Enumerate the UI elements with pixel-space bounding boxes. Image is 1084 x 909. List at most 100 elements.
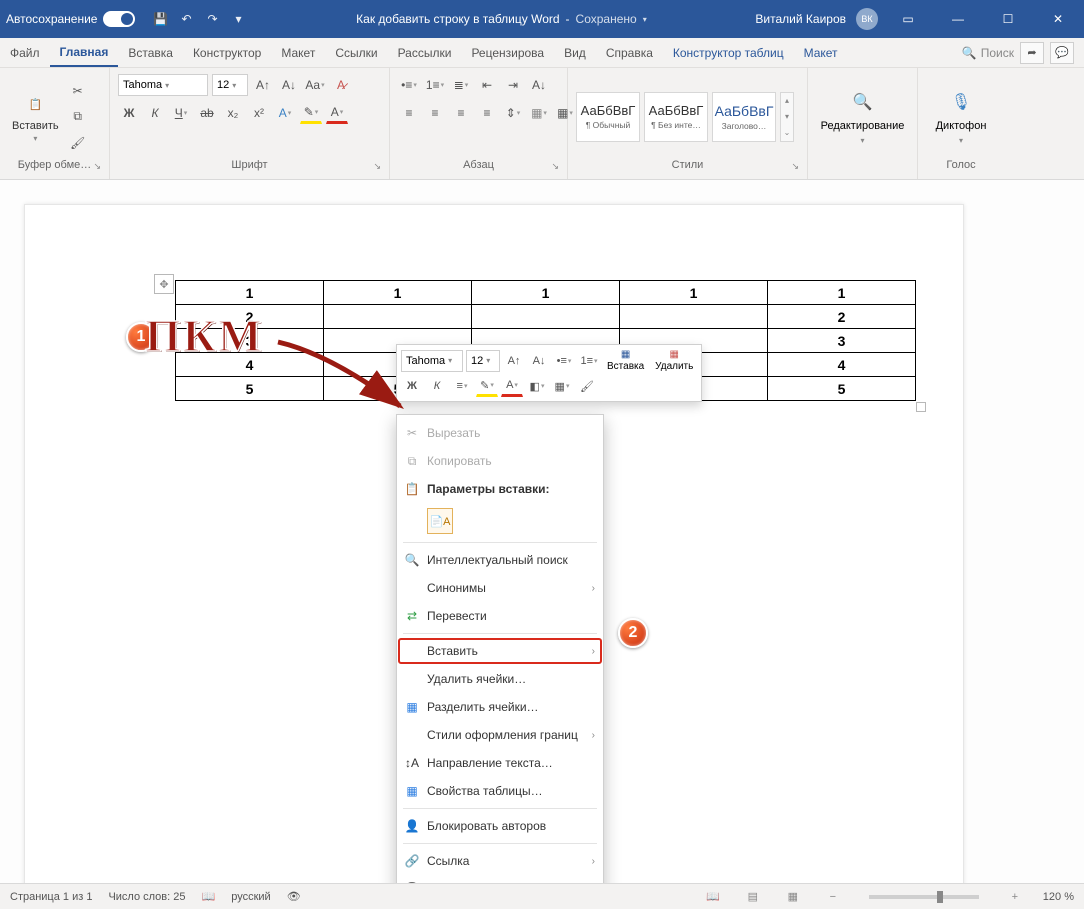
tab-mailings[interactable]: Рассылки (388, 40, 462, 66)
align-left-icon[interactable]: ≡ (398, 102, 420, 124)
align-center-icon[interactable]: ≡ (424, 102, 446, 124)
table-move-handle-icon[interactable]: ✥ (154, 274, 174, 294)
user-name[interactable]: Виталий Каиров (755, 12, 846, 26)
italic-icon[interactable]: К (144, 102, 166, 124)
bold-icon[interactable]: Ж (401, 375, 423, 397)
tab-layout[interactable]: Макет (271, 40, 325, 66)
style-no-spacing[interactable]: АаБбВвГ¶ Без инте… (644, 92, 708, 142)
maximize-icon[interactable]: ☐ (988, 4, 1028, 34)
ctx-cut[interactable]: ✂Вырезать (397, 419, 603, 447)
align-right-icon[interactable]: ≡ (450, 102, 472, 124)
decrease-indent-icon[interactable]: ⇤ (476, 74, 498, 96)
tell-me-search[interactable]: 🔍 Поиск (962, 46, 1014, 60)
dialog-launcher-icon[interactable]: ↘ (93, 161, 101, 172)
editing-label[interactable]: Редактирование (821, 120, 905, 132)
grow-font-icon[interactable]: A↑ (503, 350, 525, 372)
sort-icon[interactable]: A↓ (528, 74, 550, 96)
change-case-icon[interactable]: Aa▾ (304, 74, 326, 96)
ctx-translate[interactable]: ⇄Перевести (397, 602, 603, 630)
cut-icon[interactable]: ✂ (67, 80, 89, 102)
close-icon[interactable]: ✕ (1038, 4, 1078, 34)
shrink-font-icon[interactable]: A↓ (528, 350, 550, 372)
ctx-table-properties[interactable]: ▦Свойства таблицы… (397, 777, 603, 805)
shading-icon[interactable]: ◧▾ (526, 375, 548, 397)
chevron-down-icon[interactable]: ▾ (860, 136, 864, 145)
highlight-icon[interactable]: ✎▾ (476, 375, 498, 397)
chevron-down-icon[interactable]: ▾ (959, 136, 963, 145)
ctx-synonyms[interactable]: Синонимы› (397, 574, 603, 602)
ctx-block-authors[interactable]: 👤Блокировать авторов (397, 812, 603, 840)
bullets-icon[interactable]: •≡▾ (553, 350, 575, 372)
ctx-smart-lookup[interactable]: 🔍Интеллектуальный поиск (397, 546, 603, 574)
tab-review[interactable]: Рецензирова (461, 40, 554, 66)
highlight-icon[interactable]: ✎▾ (300, 102, 322, 124)
tab-help[interactable]: Справка (596, 40, 663, 66)
tab-view[interactable]: Вид (554, 40, 596, 66)
chevron-down-icon[interactable]: ▾ (643, 15, 647, 24)
superscript-icon[interactable]: x² (248, 102, 270, 124)
ctx-insert[interactable]: Вставить› (397, 637, 603, 665)
text-effects-icon[interactable]: A▾ (274, 102, 296, 124)
clear-formatting-icon[interactable]: A̷ (330, 74, 352, 96)
font-size-select[interactable]: 12▾ (212, 74, 248, 96)
justify-icon[interactable]: ≡ (476, 102, 498, 124)
strikethrough-icon[interactable]: ab (196, 102, 218, 124)
grow-font-icon[interactable]: A↑ (252, 74, 274, 96)
zoom-in-icon[interactable]: + (1004, 888, 1026, 906)
tab-table-layout[interactable]: Макет (794, 40, 848, 66)
qat-dropdown-icon[interactable]: ▾ (229, 10, 247, 28)
microphone-icon[interactable]: 🎙 (947, 88, 975, 116)
tab-design[interactable]: Конструктор (183, 40, 271, 66)
user-avatar[interactable]: ВК (856, 8, 878, 30)
paste-button[interactable]: 📋 Вставить ▾ (8, 88, 63, 145)
format-painter-icon[interactable]: 🖌 (67, 132, 89, 154)
bullets-icon[interactable]: •≡▾ (398, 74, 420, 96)
ctx-copy[interactable]: ⧉Копировать (397, 447, 603, 475)
shrink-font-icon[interactable]: A↓ (278, 74, 300, 96)
switch-on-icon[interactable] (103, 11, 135, 27)
ctx-delete-cells[interactable]: Удалить ячейки… (397, 665, 603, 693)
align-icon[interactable]: ≡▾ (451, 375, 473, 397)
copy-icon[interactable]: ⧉ (67, 106, 89, 128)
mini-font-size[interactable]: 12▾ (466, 350, 500, 372)
numbering-icon[interactable]: 1≡▾ (424, 74, 446, 96)
style-heading1[interactable]: АаБбВвГЗаголово… (712, 92, 776, 142)
paste-keep-text-icon[interactable]: 📄A (427, 508, 453, 534)
tab-file[interactable]: Файл (0, 40, 50, 66)
ctx-link[interactable]: 🔗Ссылка› (397, 847, 603, 875)
zoom-slider[interactable] (869, 895, 979, 899)
autosave-toggle[interactable]: Автосохранение (6, 11, 135, 27)
dialog-launcher-icon[interactable]: ↘ (373, 161, 381, 172)
mini-insert-button[interactable]: ▦ Вставка (603, 349, 648, 372)
minimize-icon[interactable]: — (938, 4, 978, 34)
format-painter-icon[interactable]: 🖌 (576, 375, 598, 397)
dialog-launcher-icon[interactable]: ↘ (791, 161, 799, 172)
web-layout-icon[interactable]: ▦ (782, 888, 804, 906)
shading-icon[interactable]: ▦▾ (528, 102, 550, 124)
tab-home[interactable]: Главная (50, 39, 119, 67)
line-spacing-icon[interactable]: ⇕▾ (502, 102, 524, 124)
font-color-icon[interactable]: A▾ (326, 102, 348, 124)
undo-icon[interactable]: ↶ (177, 10, 195, 28)
multilevel-list-icon[interactable]: ≣▾ (450, 74, 472, 96)
comments-button[interactable]: 💬 (1050, 42, 1074, 64)
increase-indent-icon[interactable]: ⇥ (502, 74, 524, 96)
dialog-launcher-icon[interactable]: ↘ (551, 161, 559, 172)
search-icon[interactable]: 🔍 (849, 88, 877, 116)
ctx-split-cells[interactable]: ▦Разделить ячейки… (397, 693, 603, 721)
ctx-border-styles[interactable]: Стили оформления границ› (397, 721, 603, 749)
share-button[interactable]: ➦ (1020, 42, 1044, 64)
mini-font-family[interactable]: Tahoma▾ (401, 350, 463, 372)
accessibility-icon[interactable]: 👁 (287, 890, 301, 903)
zoom-level[interactable]: 120 % (1043, 891, 1074, 903)
style-normal[interactable]: АаБбВвГ¶ Обычный (576, 92, 640, 142)
status-word-count[interactable]: Число слов: 25 (108, 891, 185, 903)
italic-icon[interactable]: К (426, 375, 448, 397)
status-language[interactable]: русский (231, 891, 270, 903)
borders-icon[interactable]: ▦▾ (551, 375, 573, 397)
table-resize-handle-icon[interactable] (916, 402, 926, 412)
tab-table-design[interactable]: Конструктор таблиц (663, 40, 794, 66)
subscript-icon[interactable]: x₂ (222, 102, 244, 124)
bold-icon[interactable]: Ж (118, 102, 140, 124)
mini-delete-button[interactable]: ▦ Удалить (651, 349, 697, 372)
